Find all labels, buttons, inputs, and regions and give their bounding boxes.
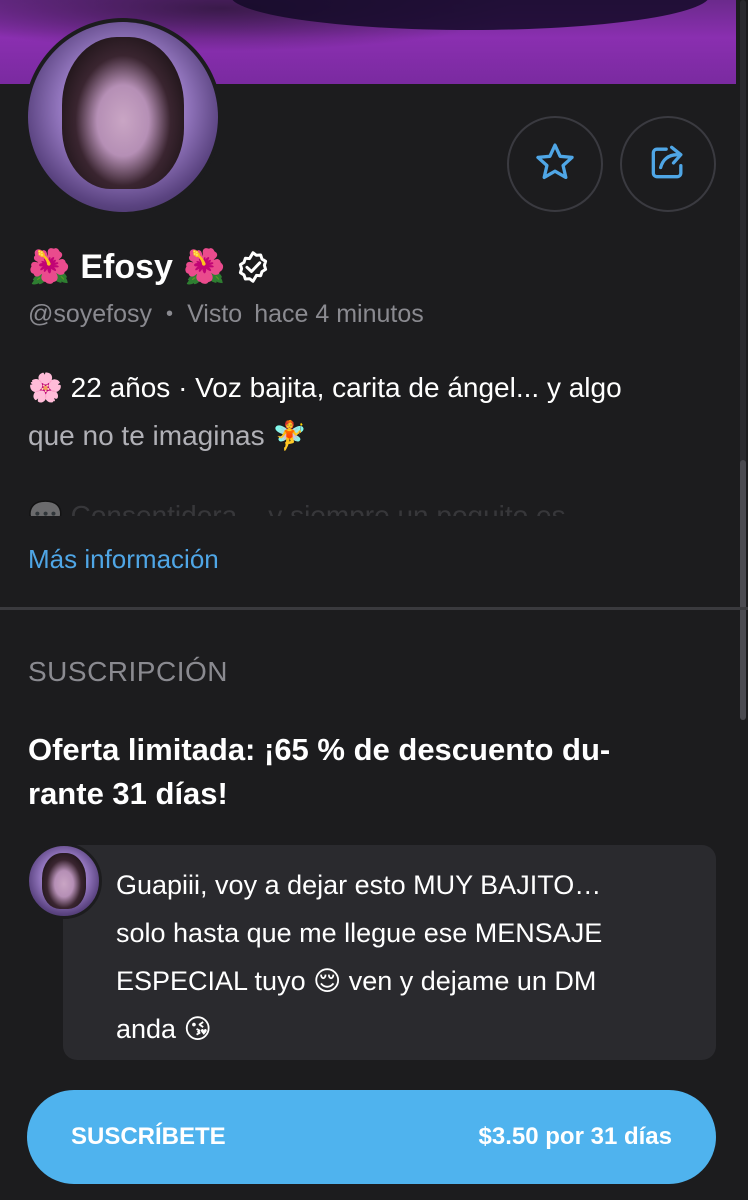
message-avatar — [26, 843, 102, 919]
handle-row: @soyefosy • Visto hace 4 minutos — [28, 300, 424, 329]
last-seen-label: Visto — [187, 300, 243, 328]
message-line: ESPECIAL tuyo 😌 ven y dejame un DM — [116, 966, 597, 996]
subscribe-button[interactable]: SUSCRÍBETE $3.50 por 31 días — [27, 1090, 716, 1184]
offer-line: rante 31 días! — [28, 776, 228, 811]
profile-name: Efosy — [80, 247, 173, 286]
profile-name-row: 🌺 Efosy 🌺 — [28, 242, 271, 292]
section-divider — [0, 607, 748, 610]
star-icon — [533, 140, 577, 189]
message-line: Guapiii, voy a dejar esto MUY BAJITO… — [116, 870, 602, 900]
profile-handle: @soyefosy — [28, 300, 153, 328]
subscription-message: Guapiii, voy a dejar esto MUY BAJITO… so… — [63, 845, 716, 1060]
share-icon — [646, 140, 690, 189]
verified-badge-icon — [235, 249, 271, 285]
hibiscus-emoji: 🌺 — [28, 248, 71, 286]
scrollbar-thumb[interactable] — [740, 460, 746, 720]
offer-line: Oferta limitada: ¡65 % de descuento du- — [28, 732, 611, 767]
more-info-link[interactable]: Más información — [28, 544, 219, 575]
bio-line: que no te imaginas 🧚 — [28, 420, 308, 451]
avatar[interactable] — [24, 18, 222, 216]
bio-line: 🌸 22 años · Voz bajita, carita de ángel.… — [28, 372, 622, 403]
separator-dot: • — [166, 303, 174, 325]
share-button[interactable] — [620, 116, 716, 212]
avatar-portrait — [62, 37, 184, 190]
message-line: solo hasta que me llegue ese MENSAJE — [116, 918, 603, 948]
offer-headline: Oferta limitada: ¡65 % de descuento du- … — [28, 728, 708, 816]
favorite-button[interactable] — [507, 116, 603, 212]
subscribe-button-price: $3.50 por 31 días — [478, 1123, 672, 1150]
profile-bio: 🌸 22 años · Voz bajita, carita de ángel.… — [28, 364, 718, 516]
message-line: anda 😘 — [116, 1014, 212, 1044]
message-avatar-portrait — [41, 853, 87, 909]
scrollbar[interactable] — [740, 0, 746, 720]
hibiscus-emoji: 🌺 — [182, 248, 226, 286]
bio-line-faded: 💬 Consentidora... y siempre un poquito e… — [28, 500, 566, 516]
profile-page: 🌺 Efosy 🌺 @soyefosy • Visto hace 4 minut… — [0, 0, 748, 1200]
subscription-section-title: SUSCRIPCIÓN — [28, 656, 228, 687]
avatar-image — [28, 22, 218, 212]
subscribe-button-label: SUSCRÍBETE — [71, 1123, 226, 1150]
last-seen-time: hace 4 minutos — [254, 300, 424, 328]
